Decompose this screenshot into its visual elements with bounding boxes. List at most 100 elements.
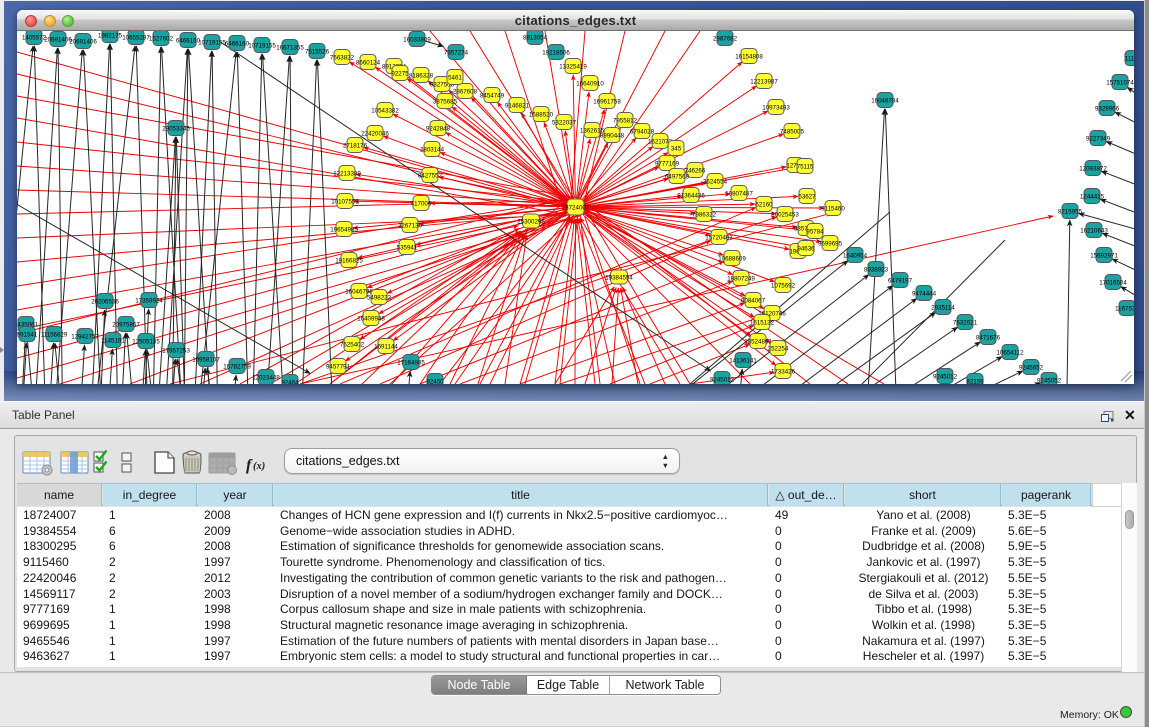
svg-text:20691406: 20691406: [69, 38, 97, 45]
svg-text:9146821: 9146821: [505, 102, 530, 109]
svg-text:9084067: 9084067: [741, 297, 766, 304]
svg-text:16961758: 16961758: [593, 98, 621, 105]
svg-text:16671355: 16671355: [276, 44, 304, 51]
svg-text:20206536: 20206536: [91, 298, 119, 305]
svg-text:8471676: 8471676: [976, 334, 1001, 341]
svg-text:2803144: 2803144: [420, 146, 445, 153]
svg-text:25300295: 25300295: [517, 218, 545, 225]
svg-text:8813054: 8813054: [523, 34, 548, 41]
svg-text:19654985: 19654985: [330, 226, 358, 233]
svg-text:29053346: 29053346: [162, 125, 190, 132]
svg-text:19384554: 19384554: [605, 274, 633, 281]
svg-text:10655287: 10655287: [122, 34, 150, 41]
svg-text:11156829: 11156829: [41, 331, 68, 338]
svg-text:16640910: 16640910: [576, 80, 604, 87]
svg-text:1733426: 1733426: [771, 368, 796, 375]
svg-text:8427552: 8427552: [418, 172, 443, 179]
svg-text:7986322: 7986322: [692, 211, 717, 218]
svg-text:535941: 535941: [397, 244, 418, 251]
svg-text:16210643: 16210643: [1080, 227, 1108, 234]
svg-text:20975867: 20975867: [112, 321, 140, 328]
svg-text:17957253: 17957253: [162, 347, 190, 354]
svg-text:18724007: 18724007: [562, 204, 590, 211]
svg-text:8186328: 8186328: [409, 72, 434, 79]
svg-text:9245012: 9245012: [933, 373, 958, 380]
svg-text:5461: 5461: [448, 74, 462, 81]
svg-text:17359924: 17359924: [135, 297, 163, 304]
svg-text:12505135: 12505135: [132, 338, 160, 345]
svg-text:10543382: 10543382: [371, 107, 399, 114]
svg-text:10654112: 10654112: [996, 349, 1024, 356]
svg-text:2935114: 2935114: [931, 304, 955, 311]
svg-text:8990448: 8990448: [600, 132, 625, 139]
svg-text:10719155: 10719155: [248, 42, 276, 49]
svg-text:8215955: 8215955: [1058, 208, 1083, 215]
svg-text:17164985: 17164985: [397, 359, 425, 366]
svg-text:9227349: 9227349: [1086, 135, 1111, 142]
svg-text:391541: 391541: [17, 331, 38, 338]
svg-text:8938923: 8938923: [864, 266, 889, 273]
svg-text:5322037: 5322037: [552, 119, 577, 126]
svg-text:9474444: 9474444: [912, 290, 937, 297]
svg-text:13325419: 13325419: [559, 63, 587, 70]
svg-text:18524861: 18524861: [744, 338, 772, 345]
svg-text:16782759: 16782759: [223, 363, 251, 370]
svg-text:16154808: 16154808: [735, 53, 763, 60]
svg-text:19218506: 19218506: [542, 49, 570, 56]
svg-text:92464: 92464: [281, 379, 299, 384]
svg-text:2987682: 2987682: [713, 35, 738, 42]
svg-text:16409948: 16409948: [357, 315, 385, 322]
svg-text:19166825: 19166825: [335, 257, 363, 264]
svg-text:22420046: 22420046: [361, 130, 389, 137]
svg-text:3267130: 3267130: [398, 222, 423, 229]
svg-text:21364436: 21364436: [677, 192, 705, 199]
svg-text:10958107: 10958107: [192, 356, 220, 363]
svg-text:12023448: 12023448: [252, 374, 280, 381]
svg-text:10107553: 10107553: [331, 198, 359, 205]
svg-text:1588520: 1588520: [529, 111, 554, 118]
svg-text:62160: 62160: [755, 201, 773, 208]
svg-text:20691406: 20691406: [44, 36, 72, 43]
svg-text:6466160: 6466160: [225, 40, 250, 47]
svg-text:16048784: 16048784: [871, 97, 899, 104]
svg-text:94636: 94636: [797, 245, 815, 252]
svg-text:7515526: 7515526: [305, 48, 330, 55]
svg-text:15720407: 15720407: [705, 234, 733, 241]
svg-text:6497568: 6497568: [665, 173, 690, 180]
svg-text:1145191: 1145191: [101, 337, 125, 344]
svg-text:6479197: 6479197: [888, 277, 913, 284]
svg-text:417006: 417006: [411, 200, 432, 207]
svg-text:9245012: 9245012: [710, 376, 735, 383]
svg-text:2718176: 2718176: [343, 142, 368, 149]
svg-text:9242848: 9242848: [426, 125, 451, 132]
svg-text:82159: 82159: [966, 378, 984, 384]
svg-text:92275: 92275: [391, 70, 409, 77]
svg-text:7663822: 7663822: [330, 54, 355, 61]
svg-text:3875685: 3875685: [433, 98, 458, 105]
svg-text:15692971: 15692971: [1090, 252, 1118, 259]
svg-text:5498222: 5498222: [367, 294, 392, 301]
svg-text:1691144: 1691144: [374, 343, 398, 350]
svg-text:16033809: 16033809: [403, 36, 431, 43]
svg-text:1982175: 1982175: [98, 32, 123, 39]
svg-text:2867608: 2867608: [453, 88, 478, 95]
svg-text:14136141: 14136141: [729, 357, 757, 364]
svg-text:9115460: 9115460: [821, 205, 845, 212]
svg-text:6794028: 6794028: [630, 128, 655, 135]
svg-text:1075692: 1075692: [771, 282, 796, 289]
svg-text:252254: 252254: [768, 345, 789, 352]
svg-text:17016504: 17016504: [1099, 279, 1127, 286]
svg-text:f: f: [246, 457, 253, 474]
svg-text:1244415: 1244415: [1080, 193, 1105, 200]
svg-text:9699695: 9699695: [818, 240, 843, 247]
svg-text:1527602: 1527602: [149, 35, 174, 42]
svg-text:9245052: 9245052: [1037, 377, 1062, 384]
svg-text:12213987: 12213987: [750, 78, 778, 85]
svg-text:1640954: 1640954: [843, 252, 868, 259]
svg-text:9457791: 9457791: [326, 363, 351, 370]
svg-text:12213389: 12213389: [333, 170, 361, 177]
svg-text:12942757: 12942757: [71, 333, 99, 340]
svg-text:7632621: 7632621: [953, 319, 978, 326]
svg-text:10719155: 10719155: [198, 39, 226, 46]
svg-text:1167533: 1167533: [1115, 305, 1134, 312]
